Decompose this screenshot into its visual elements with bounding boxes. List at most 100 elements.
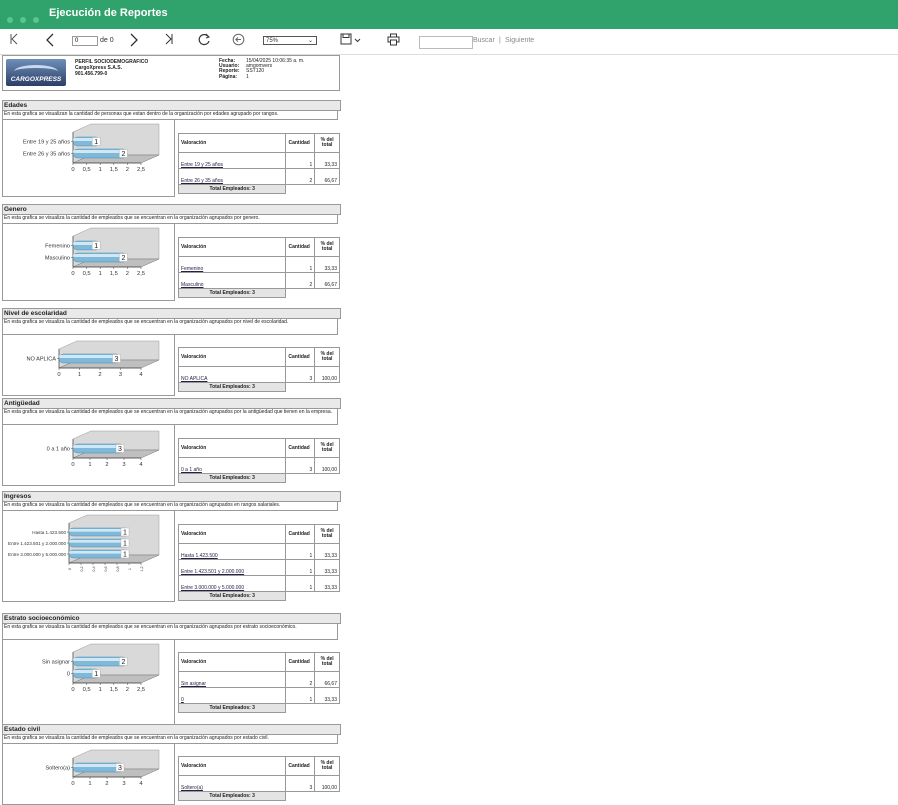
- chart-box: 1 Hasta 1.423.500 1 Entre 1.423.501 y 2.000…: [2, 511, 175, 602]
- row-label-link[interactable]: 0: [177, 687, 287, 704]
- row-label-link[interactable]: Entre 1.423.501 y 2.000.000: [177, 559, 287, 576]
- row-label-link[interactable]: 0 a 1 año: [177, 457, 287, 474]
- total-employees: Total Empleados: 3: [177, 473, 287, 483]
- row-count: 3: [285, 457, 316, 474]
- row-label-link[interactable]: Entre 19 y 25 años: [177, 152, 287, 169]
- x-tick-label: 0,4: [92, 566, 96, 571]
- row-label-link[interactable]: Hasta 1.423.500: [177, 543, 287, 560]
- window-controls[interactable]: [7, 10, 46, 28]
- col-pct: % del total: [314, 438, 340, 458]
- chart-box: 3 NO APLICA 0 1 2 3 4: [2, 335, 175, 396]
- first-page-button[interactable]: [8, 33, 20, 49]
- refresh-button[interactable]: [197, 33, 211, 49]
- col-cantidad: Cantidad: [285, 756, 316, 776]
- col-cantidad: Cantidad: [285, 524, 316, 544]
- table-row: 0 1 33,33: [177, 687, 340, 704]
- total-spacer: [285, 791, 315, 801]
- total-row: Total Empleados: 3: [177, 791, 340, 801]
- row-label-link[interactable]: Sin asignar: [177, 671, 287, 688]
- x-tick-label: 1: [99, 167, 102, 173]
- data-label: 1: [123, 541, 127, 548]
- printer-icon: [387, 33, 399, 46]
- section-description: En esta grafica se visualizan la cantida…: [2, 110, 338, 120]
- page-number-input[interactable]: [72, 36, 98, 46]
- x-tick-label: 2: [105, 781, 108, 787]
- row-count: 1: [285, 256, 316, 273]
- last-page-button[interactable]: [163, 33, 175, 49]
- row-pct: 100,00: [314, 457, 340, 474]
- values-table: Valoración Cantidad% del total Entre 19 y …: [177, 133, 340, 194]
- total-spacer: [314, 591, 340, 601]
- x-tick-label: 0: [68, 568, 72, 570]
- section-description: En esta grafica se visualiza la cantidad…: [2, 408, 338, 425]
- total-spacer: [314, 382, 340, 392]
- row-label-link[interactable]: Entre 3.000.000 y 5.000.000: [177, 575, 287, 592]
- category-label: 0: [67, 672, 70, 678]
- row-count: 1: [285, 152, 316, 169]
- next-match-link[interactable]: Siguiente: [505, 37, 534, 44]
- search-link[interactable]: Buscar: [473, 37, 495, 44]
- table-header-row: Valoración Cantidad% del total: [177, 652, 340, 672]
- row-count: 2: [285, 272, 316, 289]
- data-label: 1: [94, 671, 98, 678]
- report-identity: PERFIL SOCIODEMOGRAFICO CargoXpress S.A.…: [75, 59, 148, 77]
- bar: [58, 353, 121, 364]
- next-page-button[interactable]: [128, 33, 140, 49]
- print-button[interactable]: [386, 33, 400, 49]
- col-pct: % del total: [314, 237, 340, 257]
- table-row: Masculino 2 66,67: [177, 272, 340, 289]
- table-row: Soltero(a) 3 100,00: [177, 775, 340, 792]
- search-input[interactable]: [419, 36, 473, 49]
- bar-chart: 3 0 a 1 año 0 1 2 3 4: [47, 430, 160, 468]
- row-label-link[interactable]: Masculino: [177, 272, 287, 289]
- zoom-value: 75%: [266, 38, 279, 44]
- row-count: 1: [285, 543, 316, 560]
- total-row: Total Empleados: 3: [177, 288, 340, 298]
- row-label-link[interactable]: Entre 26 y 35 años: [177, 168, 287, 185]
- bar-chart: 2 Sin asignar 1 0 0 0,5 1 1,5 2 2,5: [42, 643, 160, 693]
- table-header-row: Valoración Cantidad% del total: [177, 347, 340, 367]
- total-spacer: [285, 703, 315, 713]
- total-spacer: [314, 703, 340, 713]
- pagina-value: 1: [246, 73, 249, 80]
- total-employees: Total Empleados: 3: [177, 288, 287, 298]
- x-tick-label: 1,5: [110, 271, 118, 277]
- bar: [68, 527, 130, 537]
- total-employees: Total Empleados: 3: [177, 703, 287, 713]
- col-valoracion: Valoración: [177, 347, 287, 367]
- row-label-link[interactable]: Soltero(a): [177, 775, 287, 792]
- total-spacer: [314, 184, 340, 194]
- col-pct: % del total: [314, 652, 340, 672]
- category-label: Soltero(a): [45, 766, 70, 772]
- table-row: 0 a 1 año 3 100,00: [177, 457, 340, 474]
- category-label: Sin asignar: [42, 660, 70, 666]
- x-tick-label: 0: [71, 271, 74, 277]
- x-tick-label: 2: [126, 167, 129, 173]
- back-button[interactable]: [231, 33, 245, 49]
- table-row: Entre 19 y 25 años 1 33,33: [177, 152, 340, 169]
- x-tick-label: 3: [119, 372, 122, 378]
- row-pct: 66,67: [314, 272, 340, 289]
- zoom-select[interactable]: 75% ⌄: [263, 36, 317, 45]
- data-label: 2: [121, 255, 125, 262]
- row-pct: 66,67: [314, 168, 340, 185]
- data-label: 2: [121, 151, 125, 158]
- chart-box: 2 Sin asignar 1 0 0 0,5 1 1,5 2 2,5: [2, 640, 175, 731]
- save-icon: [340, 33, 361, 45]
- total-employees: Total Empleados: 3: [177, 791, 287, 801]
- row-label-link[interactable]: NO APLICA: [177, 366, 287, 383]
- x-tick-label: 2,5: [137, 167, 145, 173]
- x-tick-label: 1: [88, 781, 91, 787]
- x-tick-label: 2: [126, 687, 129, 693]
- row-pct: 33,33: [314, 559, 340, 576]
- section-description: En esta grafica se visualiza la cantidad…: [2, 214, 338, 224]
- logo-text: CARGOXPRESS: [10, 76, 62, 83]
- bar: [68, 549, 130, 559]
- row-label-link[interactable]: Femenino: [177, 256, 287, 273]
- export-button[interactable]: [339, 33, 363, 49]
- x-tick-label: 1: [128, 568, 132, 570]
- total-spacer: [285, 288, 315, 298]
- refresh-icon: [198, 33, 210, 46]
- prev-page-button[interactable]: [44, 33, 56, 49]
- col-cantidad: Cantidad: [285, 652, 316, 672]
